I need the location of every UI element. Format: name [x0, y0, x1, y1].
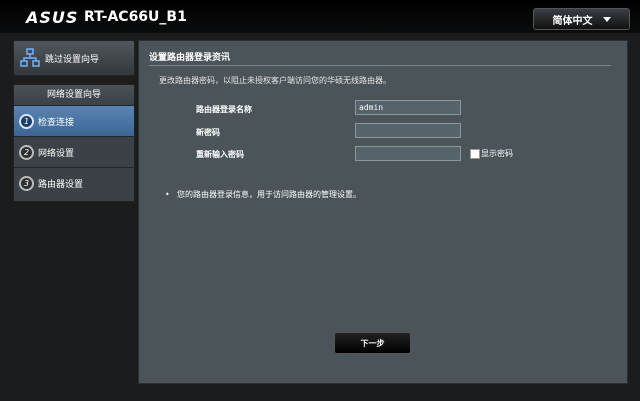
login-name-input[interactable] — [355, 100, 461, 115]
step-check-connection[interactable]: 1 检查连接 — [14, 105, 134, 136]
wizard-steps: 网络设置向导 1 检查连接 2 网络设置 3 路由器设置 — [13, 84, 135, 202]
new-password-input[interactable] — [355, 123, 461, 138]
login-name-label: 路由器登录名称 — [196, 105, 252, 114]
step-label: 路由器设置 — [38, 179, 84, 190]
retype-password-label: 重新输入密码 — [196, 150, 244, 159]
bullet-icon: • — [165, 190, 170, 199]
wizard-title: 网络设置向导 — [14, 85, 134, 105]
login-info-note: • 您的路由器登录信息，用于访问路由器的管理设置。 — [165, 188, 367, 201]
new-password-label: 新密码 — [196, 128, 220, 137]
step-number-icon: 1 — [19, 113, 34, 129]
show-password-checkbox[interactable] — [470, 149, 480, 159]
next-button[interactable]: 下一步 — [334, 332, 411, 354]
step-router-settings[interactable]: 3 路由器设置 — [14, 167, 134, 198]
chevron-down-icon — [602, 16, 611, 22]
skip-wizard-button[interactable]: 跳过设置向导 — [13, 40, 135, 76]
step-number-icon: 2 — [19, 144, 34, 160]
note-text: 您的路由器登录信息，用于访问路由器的管理设置。 — [177, 190, 361, 199]
title-divider — [149, 65, 611, 66]
step-network-settings[interactable]: 2 网络设置 — [14, 136, 134, 167]
top-bar: ASUS RT-AC66U_B1 简体中文 — [0, 0, 640, 33]
retype-password-input[interactable] — [355, 146, 461, 161]
asus-logo: ASUS — [26, 8, 79, 27]
main-panel: 设置路由器登录资讯 更改路由器密码，以阻止未授权客户端访问您的华硕无线路由器。 … — [138, 40, 628, 384]
step-label: 检查连接 — [38, 117, 75, 128]
show-password-label: 显示密码 — [481, 149, 513, 158]
page-title: 设置路由器登录资讯 — [149, 53, 231, 63]
step-number-icon: 3 — [19, 175, 34, 191]
language-selector[interactable]: 简体中文 — [533, 8, 630, 30]
skip-wizard-label: 跳过设置向导 — [45, 54, 100, 65]
page-description: 更改路由器密码，以阻止未授权客户端访问您的华硕无线路由器。 — [159, 76, 391, 85]
step-label: 网络设置 — [38, 148, 75, 159]
language-label: 简体中文 — [552, 15, 593, 27]
network-icon — [20, 48, 40, 67]
model-name: RT-AC66U_B1 — [84, 9, 187, 25]
